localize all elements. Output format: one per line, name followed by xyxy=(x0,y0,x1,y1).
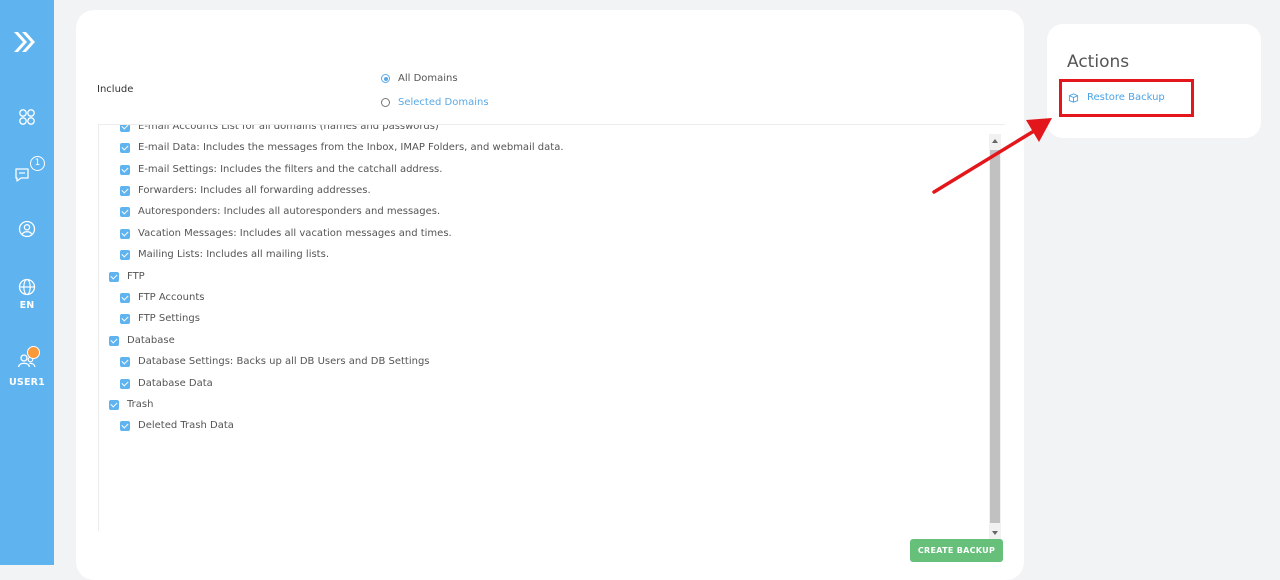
tree-child-item[interactable]: FTP Accounts xyxy=(120,292,204,303)
globe-icon xyxy=(18,278,36,296)
checkbox[interactable] xyxy=(109,271,119,282)
checkbox[interactable] xyxy=(120,356,130,367)
tree-item-label: Forwarders: Includes all forwarding addr… xyxy=(138,185,371,196)
tree-item-label: Database Data xyxy=(138,378,213,389)
tree-group-item[interactable]: Trash xyxy=(109,399,153,410)
radio-selected-domains[interactable]: Selected Domains xyxy=(381,97,489,108)
tree-item-label: E-mail Settings: Includes the filters an… xyxy=(138,164,443,175)
restore-backup-link[interactable]: Restore Backup xyxy=(1068,92,1165,103)
tree-item-label: FTP Accounts xyxy=(138,292,205,303)
tree-item-label: Trash xyxy=(127,399,154,410)
checkbox[interactable] xyxy=(109,335,119,346)
radio-all-domains[interactable]: All Domains xyxy=(381,73,458,84)
checkbox[interactable] xyxy=(120,164,130,175)
tree-child-item[interactable]: FTP Settings xyxy=(120,313,200,324)
sidebar-item-language[interactable]: EN xyxy=(0,278,54,311)
checkbox[interactable] xyxy=(109,399,119,410)
restore-backup-label: Restore Backup xyxy=(1087,92,1165,103)
tree-child-item[interactable]: Autoresponders: Includes all autorespond… xyxy=(120,206,440,217)
radio-selected-domains-label: Selected Domains xyxy=(398,97,489,108)
tree-item-label: FTP Settings xyxy=(138,313,200,324)
tree-item-label: Autoresponders: Includes all autorespond… xyxy=(138,206,441,217)
checkbox[interactable] xyxy=(120,125,130,132)
checkbox[interactable] xyxy=(120,378,130,389)
radio-all-domains-indicator[interactable] xyxy=(381,74,390,83)
account-icon xyxy=(18,220,36,238)
tree-item-label: E-mail Accounts List for all domains (na… xyxy=(138,124,439,132)
checkbox[interactable] xyxy=(120,228,130,239)
tree-item-label: Database xyxy=(127,335,175,346)
tree-item-label: FTP xyxy=(127,271,145,282)
sidebar-item-messages[interactable]: 1 xyxy=(0,156,54,184)
tree-child-item[interactable]: Vacation Messages: Includes all vacation… xyxy=(120,228,452,239)
box-icon xyxy=(1068,93,1079,103)
checkbox[interactable] xyxy=(120,185,130,196)
radio-selected-domains-indicator[interactable] xyxy=(381,98,390,107)
tree-child-item[interactable]: E-mail Data: Includes the messages from … xyxy=(120,142,564,153)
status-dot xyxy=(27,346,40,359)
sidebar-item-apps[interactable] xyxy=(0,108,54,130)
language-label: EN xyxy=(19,300,35,311)
user-label: USER1 xyxy=(9,377,45,388)
create-backup-button[interactable]: CREATE BACKUP xyxy=(910,539,1003,562)
tree-child-item[interactable]: Mailing Lists: Includes all mailing list… xyxy=(120,249,329,260)
tree-item-label: Database Settings: Backs up all DB Users… xyxy=(138,356,430,367)
tree-child-item[interactable]: Forwarders: Includes all forwarding addr… xyxy=(120,185,371,196)
checkbox[interactable] xyxy=(120,206,130,217)
tree-group-item[interactable]: FTP xyxy=(109,271,145,282)
sidebar: 1 EN USER1 xyxy=(0,0,54,565)
tree-item-label: Mailing Lists: Includes all mailing list… xyxy=(138,249,329,260)
tree-group-item[interactable]: Database xyxy=(109,335,175,346)
scrollbar-thumb[interactable] xyxy=(990,150,1000,523)
checkbox[interactable] xyxy=(120,249,130,260)
checkbox[interactable] xyxy=(120,292,130,303)
tree-child-item[interactable]: Deleted Trash Data xyxy=(120,420,234,431)
scroll-down-arrow-icon[interactable] xyxy=(992,531,998,535)
annotation-arrow-icon xyxy=(932,118,1052,194)
checkbox[interactable] xyxy=(120,142,130,153)
checkbox[interactable] xyxy=(120,313,130,324)
tree-item-label: Vacation Messages: Includes all vacation… xyxy=(138,228,452,239)
tree-item-label: Deleted Trash Data xyxy=(138,420,234,431)
actions-title: Actions xyxy=(1067,52,1130,72)
include-label: Include xyxy=(97,84,134,95)
checkbox[interactable] xyxy=(120,420,130,431)
backup-options-tree: Website DataDomains Directory: Backs up … xyxy=(98,124,1005,531)
tree-item-label: E-mail Data: Includes the messages from … xyxy=(138,142,564,153)
tree-child-item[interactable]: E-mail Accounts List for all domains (na… xyxy=(120,124,439,132)
tree-child-item[interactable]: Database Settings: Backs up all DB Users… xyxy=(120,356,430,367)
sidebar-item-account[interactable] xyxy=(0,220,54,242)
backup-panel: Include All Domains Selected Domains Web… xyxy=(76,10,1024,580)
notification-badge: 1 xyxy=(30,156,45,171)
sidebar-item-user[interactable]: USER1 xyxy=(0,346,54,388)
tree-child-item[interactable]: Database Data xyxy=(120,378,213,389)
apps-icon xyxy=(19,109,35,125)
radio-all-domains-label: All Domains xyxy=(398,73,458,84)
tree-child-item[interactable]: E-mail Settings: Includes the filters an… xyxy=(120,164,442,175)
logo-icon[interactable] xyxy=(12,28,40,56)
actions-panel: Actions Restore Backup xyxy=(1047,24,1261,138)
